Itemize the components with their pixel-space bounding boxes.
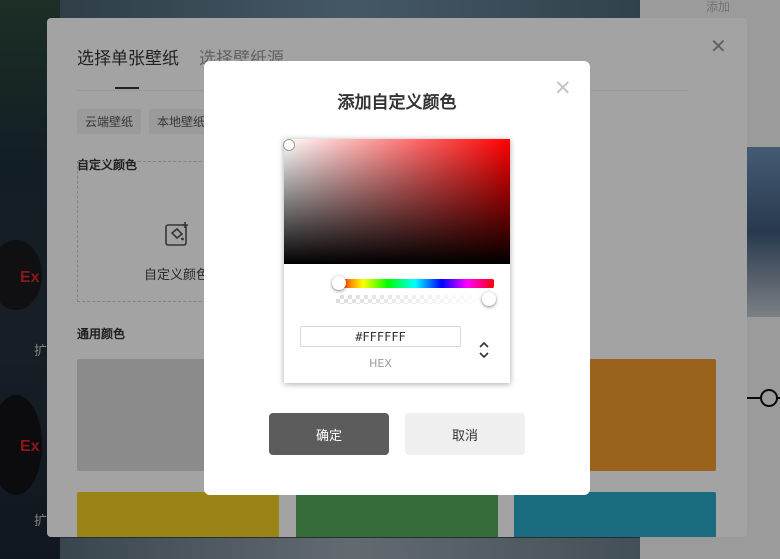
dialog-title: 添加自定义颜色 xyxy=(337,93,457,113)
close-icon[interactable]: ✕ xyxy=(554,78,572,99)
hex-input[interactable] xyxy=(300,326,461,347)
color-picker: HEX xyxy=(283,139,510,383)
cancel-button[interactable]: 取消 xyxy=(405,413,525,455)
alpha-slider[interactable] xyxy=(336,295,494,304)
mode-toggle-icon[interactable] xyxy=(477,339,491,361)
confirm-button[interactable]: 确定 xyxy=(269,413,389,455)
saturation-panel[interactable] xyxy=(284,139,510,264)
hue-slider-knob[interactable] xyxy=(332,276,346,290)
alpha-slider-knob[interactable] xyxy=(482,292,496,306)
add-custom-color-dialog: 添加自定义颜色 ✕ HEX 确定 取消 xyxy=(204,61,590,495)
saturation-cursor[interactable] xyxy=(283,139,295,151)
hue-slider[interactable] xyxy=(336,279,494,288)
color-mode-label: HEX xyxy=(369,357,392,370)
